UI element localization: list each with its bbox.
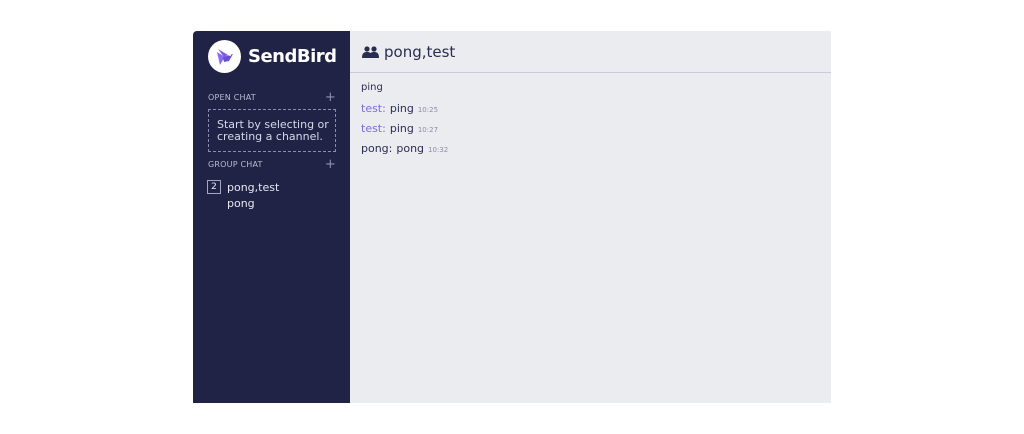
- message-text: ping: [389, 102, 414, 115]
- empty-state-line-2: creating a channel.: [217, 130, 323, 143]
- member-count-badge: 2: [207, 180, 221, 194]
- sendbird-app: SendBird OPEN CHAT + Start by selecting …: [193, 31, 831, 403]
- chat-header: pong,test: [350, 31, 831, 73]
- add-open-channel-plus-icon[interactable]: +: [325, 91, 336, 104]
- chat-panel: pong,test ping test: ping 10:25 test: pi…: [350, 31, 831, 403]
- group-chat-label: GROUP CHAT: [208, 160, 263, 169]
- message-time: 10:25: [417, 106, 439, 114]
- message-item: test: ping 10:27: [361, 122, 448, 142]
- open-chat-empty-state[interactable]: Start by selecting or creating a channel…: [208, 109, 336, 152]
- message-list: ping test: ping 10:25 test: ping 10:27 p…: [361, 82, 448, 162]
- channel-title: pong,test: [227, 181, 280, 194]
- message-text: pong: [396, 142, 425, 155]
- message-sender[interactable]: pong:: [361, 142, 392, 155]
- sendbird-bird-icon: [208, 40, 241, 73]
- sidebar: SendBird OPEN CHAT + Start by selecting …: [193, 31, 350, 403]
- chat-title: pong,test: [384, 42, 456, 61]
- people-icon: [362, 45, 379, 58]
- brand-name: SendBird: [248, 46, 337, 67]
- message-sender[interactable]: test:: [361, 102, 386, 115]
- system-message: ping: [361, 82, 448, 102]
- message-sender[interactable]: test:: [361, 122, 386, 135]
- open-chat-label: OPEN CHAT: [208, 93, 256, 102]
- open-chat-header: OPEN CHAT +: [208, 91, 336, 104]
- channel-last-message: pong: [227, 197, 255, 210]
- add-group-channel-plus-icon[interactable]: +: [325, 158, 336, 171]
- message-text: ping: [389, 122, 414, 135]
- message-text: ping: [361, 82, 383, 93]
- message-time: 10:27: [417, 126, 439, 134]
- message-time: 10:32: [428, 146, 449, 154]
- group-chat-header: GROUP CHAT +: [208, 158, 336, 171]
- brand: SendBird: [208, 40, 337, 73]
- message-item: test: ping 10:25: [361, 102, 448, 122]
- message-item: pong: pong 10:32: [361, 142, 448, 162]
